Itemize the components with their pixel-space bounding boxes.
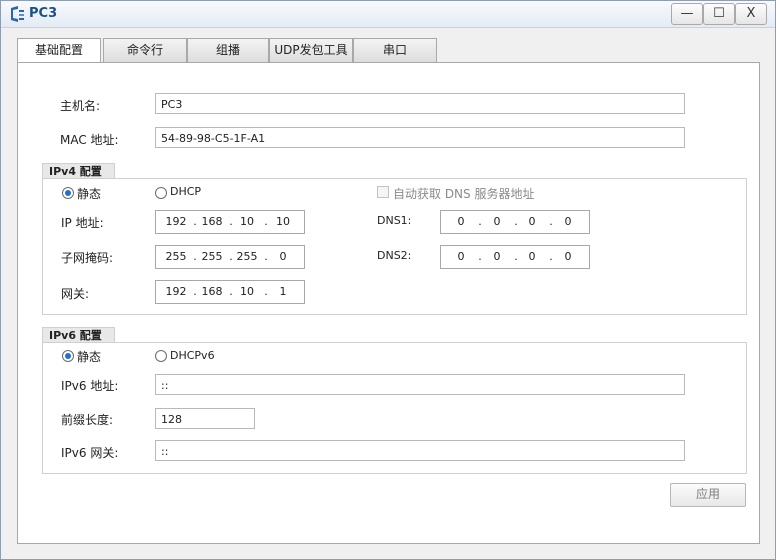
hostname-label: 主机名:	[60, 99, 101, 113]
ipv6-group: 静态 DHCPv6 IPv6 地址: :: 前缀长度: 128 IPv6 网关:…	[42, 342, 747, 474]
tab-serial[interactable]: 串口	[353, 38, 437, 64]
gateway-octet-2: 168	[201, 285, 223, 298]
ipv6-dhcpv6-radio[interactable]	[155, 350, 167, 362]
ipv6-gateway-input[interactable]: ::	[155, 440, 685, 461]
dns1-octet-4: 0	[564, 215, 572, 228]
tab-basic-config[interactable]: 基础配置	[17, 38, 101, 65]
dns1-octet-3: 0	[528, 215, 536, 228]
gateway-input[interactable]: 192. 168. 10. 1	[155, 280, 305, 304]
dns1-label: DNS1:	[377, 214, 412, 227]
apply-button[interactable]: 应用	[670, 483, 746, 507]
ip-octet-3: 10	[240, 215, 254, 228]
ipv6-dhcpv6-label: DHCPv6	[170, 349, 215, 362]
gateway-octet-4: 1	[279, 285, 287, 298]
basic-config-panel: 主机名: PC3 MAC 地址: 54-89-98-C5-1F-A1 IPv4 …	[17, 62, 760, 544]
ipv4-static-radio[interactable]	[62, 187, 74, 199]
mac-input[interactable]: 54-89-98-C5-1F-A1	[155, 127, 685, 148]
prefix-length-label: 前缀长度:	[61, 413, 114, 427]
tab-udp-tool[interactable]: UDP发包工具	[269, 38, 353, 64]
ip-octet-4: 10	[276, 215, 290, 228]
minimize-button[interactable]: —	[671, 3, 703, 25]
ip-octet-2: 168	[201, 215, 223, 228]
hostname-input[interactable]: PC3	[155, 93, 685, 114]
mask-octet-3: 255	[236, 250, 258, 263]
ipv6-gateway-label: IPv6 网关:	[61, 446, 119, 460]
auto-dns-label: 自动获取 DNS 服务器地址	[393, 187, 535, 201]
gateway-octet-1: 192	[165, 285, 187, 298]
mask-octet-4: 0	[279, 250, 287, 263]
ip-octet-1: 192	[165, 215, 187, 228]
ip-address-input[interactable]: 192. 168. 10. 10	[155, 210, 305, 234]
dns2-octet-3: 0	[528, 250, 536, 263]
tab-multicast[interactable]: 组播	[187, 38, 269, 64]
subnet-mask-input[interactable]: 255. 255. 255. 0	[155, 245, 305, 269]
ipv6-address-input[interactable]: ::	[155, 374, 685, 395]
ipv6-static-label: 静态	[77, 350, 102, 364]
tab-command-line[interactable]: 命令行	[103, 38, 187, 64]
dns2-octet-1: 0	[457, 250, 465, 263]
title-bar[interactable]: PC3 — ☐ X	[1, 1, 775, 28]
pc-app-icon	[11, 6, 24, 22]
dns2-label: DNS2:	[377, 249, 412, 262]
subnet-mask-label: 子网掩码:	[61, 251, 114, 265]
gateway-label: 网关:	[61, 287, 90, 301]
close-button[interactable]: X	[735, 3, 767, 25]
ipv4-static-label: 静态	[77, 187, 102, 201]
pc3-window: PC3 — ☐ X 基础配置 命令行 组播 UDP发包工具 串口 主机名: PC…	[0, 0, 776, 560]
dns2-octet-4: 0	[564, 250, 572, 263]
ip-address-label: IP 地址:	[61, 216, 104, 230]
dns1-input[interactable]: 0. 0. 0. 0	[440, 210, 590, 234]
ipv6-static-radio[interactable]	[62, 350, 74, 362]
mask-octet-1: 255	[165, 250, 187, 263]
window-title: PC3	[29, 6, 58, 21]
mask-octet-2: 255	[201, 250, 223, 263]
ipv4-dhcp-radio[interactable]	[155, 187, 167, 199]
dns2-input[interactable]: 0. 0. 0. 0	[440, 245, 590, 269]
prefix-length-input[interactable]: 128	[155, 408, 255, 429]
ipv4-dhcp-label: DHCP	[170, 185, 202, 198]
gateway-octet-3: 10	[240, 285, 254, 298]
ipv6-address-label: IPv6 地址:	[61, 379, 119, 393]
auto-dns-checkbox[interactable]	[377, 186, 389, 198]
dns2-octet-2: 0	[493, 250, 501, 263]
mac-label: MAC 地址:	[60, 133, 119, 147]
ipv4-group: 静态 DHCP 自动获取 DNS 服务器地址 IP 地址: 192. 168. …	[42, 178, 747, 315]
dns1-octet-2: 0	[493, 215, 501, 228]
dns1-octet-1: 0	[457, 215, 465, 228]
maximize-button[interactable]: ☐	[703, 3, 735, 25]
